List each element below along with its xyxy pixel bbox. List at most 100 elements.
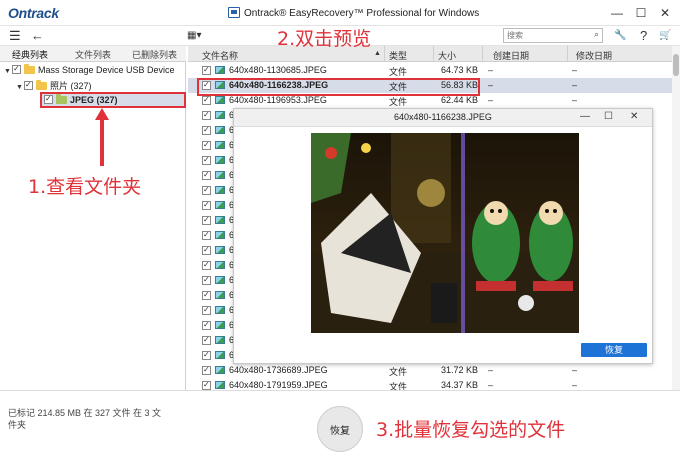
image-file-icon xyxy=(215,201,225,209)
help-icon[interactable]: ? xyxy=(640,28,647,43)
image-file-icon xyxy=(215,231,225,239)
row-checkbox[interactable] xyxy=(202,185,211,195)
close-button[interactable]: ✕ xyxy=(658,6,672,20)
arrow-up-icon xyxy=(95,108,109,166)
row-checkbox[interactable] xyxy=(202,110,211,120)
row-checkbox[interactable] xyxy=(202,260,211,270)
image-file-icon xyxy=(215,111,225,119)
image-file-icon xyxy=(215,156,225,164)
image-file-icon xyxy=(215,276,225,284)
image-file-icon xyxy=(215,126,225,134)
row-checkbox[interactable] xyxy=(202,275,211,285)
image-file-icon xyxy=(215,216,225,224)
cell-type: 文件 xyxy=(389,97,408,107)
tree-node-photos[interactable]: ▼ 照片 (327) xyxy=(16,79,92,92)
preview-minimize-button[interactable]: — xyxy=(580,111,590,122)
selected-row-highlight xyxy=(197,78,480,96)
annotation-double-click: 2.双击预览 xyxy=(277,28,372,50)
row-checkbox[interactable] xyxy=(202,200,211,210)
row-checkbox[interactable] xyxy=(202,380,211,390)
folder-icon xyxy=(56,94,67,104)
tab-deleted-list[interactable]: 已删除列表 xyxy=(132,48,177,61)
menu-icon[interactable]: ☰ xyxy=(9,28,21,43)
view-tabs: 经典列表 文件列表 已删除列表 xyxy=(0,46,186,64)
annotation-batch-restore: 3.批量恢复勾选的文件 xyxy=(376,419,566,441)
checkbox[interactable] xyxy=(12,64,21,74)
preview-title-bar[interactable]: 640x480-1166238.JPEG — ☐ ✕ xyxy=(234,109,652,127)
checkbox[interactable] xyxy=(24,80,33,90)
row-checkbox[interactable] xyxy=(202,215,211,225)
scrollbar-thumb[interactable] xyxy=(673,54,679,76)
folder-icon xyxy=(36,80,47,90)
row-checkbox[interactable] xyxy=(202,170,211,180)
col-modified-header[interactable]: 修改日期 xyxy=(576,49,612,62)
cell-size: 34.37 KB xyxy=(440,380,478,390)
row-checkbox[interactable] xyxy=(202,95,211,105)
tree-node-jpeg[interactable]: JPEG (327) xyxy=(40,92,186,108)
scrollbar[interactable] xyxy=(672,46,680,390)
minimize-button[interactable]: — xyxy=(610,6,624,20)
row-checkbox[interactable] xyxy=(202,125,211,135)
col-name-header[interactable]: 文件名称 xyxy=(202,49,238,62)
cell-name: 640x480-1791959.JPEG xyxy=(229,380,328,390)
tree-label-jpeg: JPEG (327) xyxy=(70,95,118,105)
row-checkbox[interactable] xyxy=(202,320,211,330)
image-file-icon xyxy=(215,321,225,329)
maximize-button[interactable]: ☐ xyxy=(634,6,648,20)
row-checkbox[interactable] xyxy=(202,335,211,345)
preview-restore-button[interactable]: 恢复 xyxy=(581,343,647,357)
image-file-icon xyxy=(215,306,225,314)
wrench-icon[interactable]: 🔧 xyxy=(614,28,626,43)
col-size-header[interactable]: 大小 xyxy=(438,49,456,62)
cell-type: 文件 xyxy=(389,367,408,377)
cell-type: 文件 xyxy=(389,67,408,77)
row-checkbox[interactable] xyxy=(202,140,211,150)
row-checkbox[interactable] xyxy=(202,230,211,240)
search-input[interactable] xyxy=(504,29,584,42)
image-file-icon xyxy=(215,246,225,254)
table-row[interactable]: 640x480-1130685.JPEG文件64.73 KB–– xyxy=(188,63,672,78)
row-checkbox[interactable] xyxy=(202,365,211,375)
table-row[interactable]: 640x480-1791959.JPEG文件34.37 KB–– xyxy=(188,378,672,390)
tree-label-device: Mass Storage Device USB Device xyxy=(38,65,175,75)
ontrack-logo: Ontrack xyxy=(8,5,59,21)
restore-button[interactable]: 恢复 xyxy=(317,406,363,452)
row-checkbox[interactable] xyxy=(202,290,211,300)
cart-icon[interactable]: 🛒 xyxy=(659,28,671,43)
search-icon[interactable]: ⌕ xyxy=(594,29,599,40)
caret-down-icon[interactable]: ▼ xyxy=(4,68,12,75)
row-checkbox[interactable] xyxy=(202,65,211,75)
folder-icon xyxy=(24,64,35,74)
back-arrow-icon[interactable]: ← xyxy=(31,28,44,43)
search-box[interactable]: ⌕ xyxy=(503,28,603,43)
image-file-icon xyxy=(215,291,225,299)
cell-size: 31.72 KB xyxy=(440,365,478,375)
caret-down-icon[interactable]: ▼ xyxy=(16,84,24,91)
tree-node-device[interactable]: ▼ Mass Storage Device USB Device xyxy=(4,64,175,78)
bottom-bar: 已标记 214.85 MB 在 327 文件 在 3 文件夹 恢复 xyxy=(0,390,680,460)
cell-created: – xyxy=(488,65,494,75)
preview-maximize-button[interactable]: ☐ xyxy=(604,111,613,122)
image-file-icon xyxy=(215,186,225,194)
image-file-icon xyxy=(215,141,225,149)
row-checkbox[interactable] xyxy=(202,155,211,165)
preview-window: 640x480-1166238.JPEG — ☐ ✕ 恢复 xyxy=(233,108,653,364)
table-header: 文件名称 ▲ 类型 大小 创建日期 修改日期 xyxy=(188,46,672,62)
view-grid-icon[interactable]: ▦▾ xyxy=(187,28,201,43)
cell-modified: – xyxy=(572,65,578,75)
tab-file-list[interactable]: 文件列表 xyxy=(75,48,111,61)
preview-close-button[interactable]: ✕ xyxy=(630,111,638,122)
col-type-header[interactable]: 类型 xyxy=(389,49,407,62)
cell-modified: – xyxy=(572,95,578,105)
row-checkbox[interactable] xyxy=(202,245,211,255)
table-row[interactable]: 640x480-1736689.JPEG文件31.72 KB–– xyxy=(188,363,672,378)
cell-size: 64.73 KB xyxy=(440,65,478,75)
cell-modified: – xyxy=(572,380,578,390)
cell-created: – xyxy=(488,80,494,90)
sort-up-icon[interactable]: ▲ xyxy=(374,50,381,57)
col-created-header[interactable]: 创建日期 xyxy=(493,49,529,62)
checkbox[interactable] xyxy=(44,94,53,104)
row-checkbox[interactable] xyxy=(202,350,211,360)
row-checkbox[interactable] xyxy=(202,305,211,315)
preview-title: 640x480-1166238.JPEG xyxy=(394,112,492,122)
